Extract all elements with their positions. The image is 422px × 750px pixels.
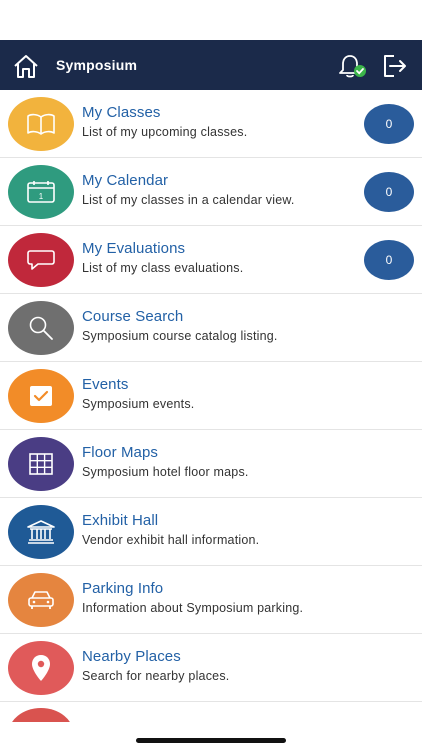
menu-item-title: My Calendar: [82, 172, 169, 189]
floor-maps-icon-circle: [8, 437, 74, 491]
checkbox-icon: [30, 386, 52, 406]
menu-list: My Classes List of my upcoming classes. …: [0, 90, 422, 722]
nearby-places-icon-circle: [8, 641, 74, 695]
menu-item-my-evaluations[interactable]: My Evaluations List of my class evaluati…: [0, 226, 422, 294]
app-header: Symposium: [0, 40, 422, 90]
speech-bubble-icon: [27, 250, 55, 270]
logout-icon: [384, 55, 406, 77]
menu-item-my-calendar[interactable]: 1 My Calendar List of my classes in a ca…: [0, 158, 422, 226]
menu-item-description: Symposium hotel floor maps.: [82, 465, 249, 479]
bell-icon: [339, 55, 366, 78]
course-search-icon-circle: [8, 301, 74, 355]
home-icon: [14, 55, 38, 78]
menu-item-partial[interactable]: [0, 702, 422, 722]
menu-item-description: List of my class evaluations.: [82, 261, 244, 275]
menu-item-title: Parking Info: [82, 580, 164, 597]
menu-item-title: Nearby Places: [82, 648, 181, 665]
grid-icon: [29, 453, 53, 475]
menu-item-description: Vendor exhibit hall information.: [82, 533, 260, 547]
menu-item-my-classes[interactable]: My Classes List of my upcoming classes. …: [0, 90, 422, 158]
magnifier-icon: [29, 316, 53, 340]
count-badge: 0: [364, 104, 414, 144]
calendar-icon: 1: [27, 181, 55, 203]
logout-button[interactable]: [380, 52, 408, 80]
menu-item-description: Symposium course catalog listing.: [82, 329, 278, 343]
parking-info-icon-circle: [8, 573, 74, 627]
location-pin-icon: [32, 655, 50, 681]
building-icon: [27, 520, 55, 544]
home-button[interactable]: [10, 50, 42, 82]
menu-item-description: List of my upcoming classes.: [82, 125, 248, 139]
app-title: Symposium: [56, 57, 138, 73]
exhibit-hall-icon-circle: [8, 505, 74, 559]
count-badge: 0: [364, 172, 414, 212]
menu-item-nearby-places[interactable]: Nearby Places Search for nearby places.: [0, 634, 422, 702]
events-icon-circle: [8, 369, 74, 423]
menu-item-description: Search for nearby places.: [82, 669, 230, 683]
menu-item-description: Symposium events.: [82, 397, 195, 411]
my-calendar-icon-circle: 1: [8, 165, 74, 219]
menu-item-parking-info[interactable]: Parking Info Information about Symposium…: [0, 566, 422, 634]
count-badge: 0: [364, 240, 414, 280]
menu-item-title: My Evaluations: [82, 240, 186, 257]
book-icon: [27, 113, 55, 135]
menu-item-events[interactable]: Events Symposium events.: [0, 362, 422, 430]
menu-item-title: Exhibit Hall: [82, 512, 159, 529]
my-classes-icon-circle: [8, 97, 74, 151]
menu-item-title: Floor Maps: [82, 444, 159, 461]
status-bar: [0, 0, 422, 40]
menu-item-floor-maps[interactable]: Floor Maps Symposium hotel floor maps.: [0, 430, 422, 498]
calendar-icon-day: 1: [39, 192, 44, 201]
menu-item-title: My Classes: [82, 104, 161, 121]
menu-item-title: Course Search: [82, 308, 184, 325]
menu-item-exhibit-hall[interactable]: Exhibit Hall Vendor exhibit hall informa…: [0, 498, 422, 566]
menu-item-description: List of my classes in a calendar view.: [82, 193, 295, 207]
home-indicator: [136, 738, 286, 743]
partial-icon-circle: [8, 708, 74, 722]
notifications-button[interactable]: [338, 53, 368, 81]
menu-item-description: Information about Symposium parking.: [82, 601, 304, 615]
my-evaluations-icon-circle: [8, 233, 74, 287]
menu-item-course-search[interactable]: Course Search Symposium course catalog l…: [0, 294, 422, 362]
car-icon: [28, 591, 54, 609]
menu-item-title: Events: [82, 376, 129, 393]
